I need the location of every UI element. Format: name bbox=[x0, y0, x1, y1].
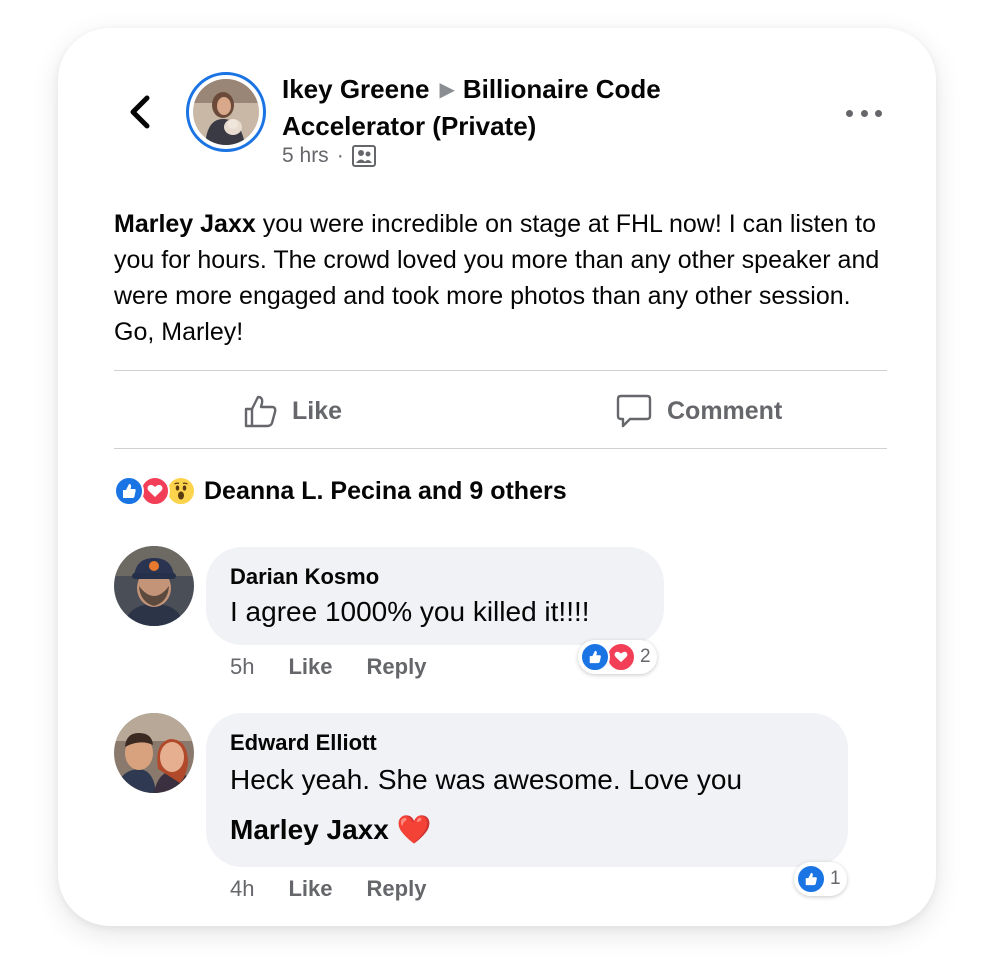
like-icon bbox=[114, 476, 144, 506]
more-options-button[interactable] bbox=[846, 104, 882, 122]
commenter-avatar[interactable] bbox=[114, 546, 194, 626]
more-dot-icon bbox=[860, 109, 868, 117]
heart-emoji: ❤️ bbox=[396, 814, 432, 845]
comment-reactions-badge[interactable]: 2 bbox=[578, 640, 657, 674]
chevron-left-icon bbox=[130, 95, 150, 129]
comment-actions: 5h Like Reply bbox=[230, 654, 426, 680]
commenter-avatar[interactable] bbox=[114, 713, 194, 793]
like-button-label: Like bbox=[292, 396, 343, 425]
commenter-name[interactable]: Edward Elliott bbox=[230, 729, 848, 757]
love-icon bbox=[140, 476, 170, 506]
comment-reactions-badge[interactable]: 1 bbox=[794, 862, 847, 896]
comment-text: I agree 1000% you killed it!!!! bbox=[230, 596, 590, 627]
like-button[interactable]: Like bbox=[242, 388, 342, 434]
comment-bubble: Edward Elliott Heck yeah. She was awesom… bbox=[206, 713, 848, 867]
post-header-title: Ikey Greene ▶ Billionaire Code Accelerator… bbox=[282, 72, 802, 143]
author-avatar[interactable] bbox=[186, 72, 266, 152]
comment-like-button[interactable]: Like bbox=[288, 654, 332, 680]
mention-link[interactable]: Marley Jaxx bbox=[114, 210, 256, 238]
comment-reaction-count: 1 bbox=[830, 868, 841, 889]
commenter-name[interactable]: Darian Kosmo bbox=[230, 563, 664, 591]
more-dot-icon bbox=[846, 109, 853, 117]
like-icon bbox=[580, 642, 610, 672]
speech-bubble-icon bbox=[616, 394, 652, 428]
wow-icon bbox=[166, 476, 196, 506]
like-icon bbox=[796, 864, 826, 894]
post-timestamp[interactable]: 5 hrs bbox=[282, 144, 329, 168]
post-body: Marley Jaxx you were incredible on stage… bbox=[114, 206, 894, 350]
group-privacy-icon bbox=[351, 145, 376, 167]
comment-timestamp[interactable]: 5h bbox=[230, 654, 254, 680]
comment-reaction-count: 2 bbox=[640, 646, 651, 667]
arrow-right-icon: ▶ bbox=[439, 79, 455, 101]
comment-actions: 4h Like Reply bbox=[230, 876, 426, 902]
divider bbox=[114, 448, 887, 449]
reactions-summary[interactable]: Deanna L. Pecina and 9 others bbox=[114, 474, 567, 508]
reactions-summary-text: Deanna L. Pecina and 9 others bbox=[204, 476, 567, 505]
comment-text: Heck yeah. She was awesome. Love you bbox=[230, 764, 743, 795]
thumbs-up-icon bbox=[244, 395, 277, 428]
author-photo bbox=[193, 79, 259, 145]
comment-text-line2: Marley Jaxx ❤️ bbox=[230, 813, 848, 847]
love-icon bbox=[606, 642, 636, 672]
more-dot-icon bbox=[875, 109, 882, 117]
comment-reply-button[interactable]: Reply bbox=[367, 654, 427, 680]
comment-like-button[interactable]: Like bbox=[288, 876, 332, 902]
meta-separator: · bbox=[336, 144, 344, 167]
post-meta: 5 hrs · bbox=[282, 144, 376, 168]
author-name-link[interactable]: Ikey Greene bbox=[282, 74, 429, 104]
comment-button-label: Comment bbox=[667, 396, 783, 425]
back-button[interactable] bbox=[120, 90, 160, 134]
comment-bubble: Darian Kosmo I agree 1000% you killed it… bbox=[206, 547, 664, 645]
divider bbox=[114, 370, 887, 371]
comment-timestamp[interactable]: 4h bbox=[230, 876, 254, 902]
mention-link[interactable]: Marley Jaxx bbox=[230, 814, 389, 845]
comment-button[interactable]: Comment bbox=[615, 388, 782, 434]
comment-reply-button[interactable]: Reply bbox=[367, 876, 427, 902]
